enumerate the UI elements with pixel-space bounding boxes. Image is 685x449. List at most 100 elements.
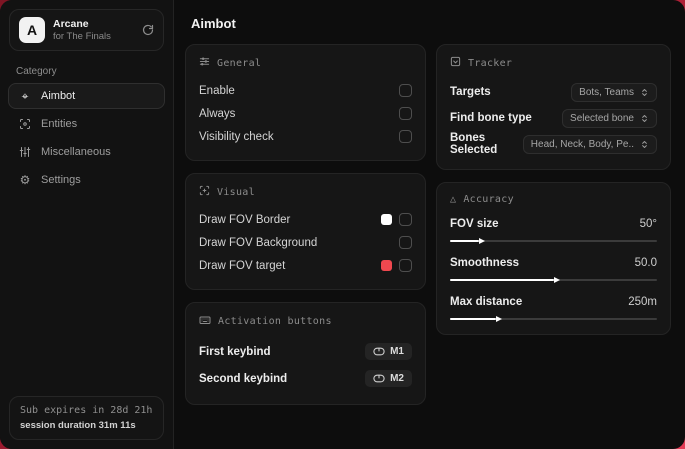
fov-size-slider[interactable] bbox=[450, 240, 657, 242]
main-content: Aimbot General Enable Always Visibility … bbox=[174, 0, 685, 449]
triangle-icon: △ bbox=[450, 194, 457, 205]
slider-group-fov-size: FOV size 50° bbox=[450, 214, 657, 242]
sidebar-item-entities[interactable]: Entities bbox=[8, 111, 165, 137]
keybind-row-first: First keybind M1 bbox=[199, 338, 412, 365]
keybind-value: M1 bbox=[390, 346, 404, 357]
keybind-row-second: Second keybind M2 bbox=[199, 365, 412, 392]
brand-logo: A bbox=[19, 17, 45, 43]
chevrons-up-down-icon bbox=[642, 88, 647, 96]
section-title: Activation buttons bbox=[218, 316, 332, 327]
dropdown-value: Bots, Teams bbox=[579, 86, 634, 98]
setting-label: Always bbox=[199, 107, 236, 120]
first-keybind-button[interactable]: M1 bbox=[365, 343, 412, 360]
sidebar-item-label: Settings bbox=[41, 174, 81, 186]
category-label: Category bbox=[16, 66, 57, 77]
section-title: Visual bbox=[217, 186, 255, 198]
accuracy-card: △ Accuracy FOV size 50° Smoothness 50.0 … bbox=[436, 182, 671, 335]
slider-value: 50.0 bbox=[634, 257, 657, 269]
setting-label: Enable bbox=[199, 84, 235, 97]
fov-border-checkbox[interactable] bbox=[399, 213, 412, 226]
slider-group-max-distance: Max distance 250m bbox=[450, 292, 657, 320]
refresh-icon[interactable] bbox=[142, 24, 154, 36]
tracker-label: Targets bbox=[450, 86, 491, 98]
keyboard-icon bbox=[199, 314, 211, 329]
chevrons-up-down-icon bbox=[642, 140, 647, 148]
find-bone-type-dropdown[interactable]: Selected bone bbox=[562, 108, 657, 128]
bones-selected-dropdown[interactable]: Head, Neck, Body, Pe.. bbox=[522, 134, 657, 154]
general-card: General Enable Always Visibility check bbox=[185, 44, 426, 161]
slider-label: FOV size bbox=[450, 218, 499, 230]
setting-row-enable: Enable bbox=[199, 79, 412, 102]
slider-fill bbox=[450, 318, 496, 320]
section-title: Accuracy bbox=[463, 194, 514, 205]
gear-icon: ⚙ bbox=[19, 173, 31, 187]
scan-eye-icon bbox=[18, 118, 32, 130]
targets-dropdown[interactable]: Bots, Teams bbox=[571, 82, 657, 102]
slider-value: 250m bbox=[628, 296, 657, 308]
brand-card: A Arcane for The Finals bbox=[9, 9, 164, 51]
app-window: A Arcane for The Finals Category ⌖ Aimbo… bbox=[0, 0, 685, 449]
section-title: Tracker bbox=[468, 57, 513, 69]
keybind-label: Second keybind bbox=[199, 372, 288, 385]
keybind-value: M2 bbox=[390, 373, 404, 384]
max-distance-slider[interactable] bbox=[450, 318, 657, 320]
setting-label: Draw FOV Background bbox=[199, 236, 318, 249]
sliders-icon bbox=[18, 146, 32, 158]
setting-label: Visibility check bbox=[199, 130, 274, 143]
setting-row-fov-background: Draw FOV Background bbox=[199, 231, 412, 254]
slider-value: 50° bbox=[639, 218, 657, 230]
slider-label: Smoothness bbox=[450, 257, 520, 269]
mouse-icon bbox=[373, 347, 385, 356]
fov-background-checkbox[interactable] bbox=[399, 236, 412, 249]
sliders-horizontal-icon bbox=[199, 56, 210, 70]
focus-icon bbox=[199, 185, 210, 199]
chevrons-up-down-icon bbox=[642, 114, 647, 122]
setting-row-always: Always bbox=[199, 102, 412, 125]
slider-fill bbox=[450, 240, 479, 242]
setting-label: Draw FOV target bbox=[199, 259, 286, 272]
section-title: General bbox=[217, 57, 262, 69]
tracker-card: Tracker Targets Bots, Teams Find bone ty… bbox=[436, 44, 671, 170]
fov-border-color-swatch[interactable] bbox=[381, 214, 392, 225]
fov-target-color-swatch[interactable] bbox=[381, 260, 392, 271]
crosshair-icon: ⌖ bbox=[21, 88, 29, 103]
always-checkbox[interactable] bbox=[399, 107, 412, 120]
smoothness-slider[interactable] bbox=[450, 279, 657, 281]
second-keybind-button[interactable]: M2 bbox=[365, 370, 412, 387]
visual-card: Visual Draw FOV Border Draw FOV Backgrou… bbox=[185, 173, 426, 290]
square-chevron-down-icon bbox=[450, 56, 461, 70]
page-title: Aimbot bbox=[191, 16, 236, 31]
slider-group-smoothness: Smoothness 50.0 bbox=[450, 253, 657, 281]
activation-buttons-card: Activation buttons First keybind M1 Seco… bbox=[185, 302, 426, 405]
tracker-row-bones-selected: Bones Selected Head, Neck, Body, Pe.. bbox=[450, 131, 657, 157]
tracker-row-targets: Targets Bots, Teams bbox=[450, 79, 657, 105]
sidebar-item-label: Miscellaneous bbox=[41, 146, 111, 158]
setting-row-fov-border: Draw FOV Border bbox=[199, 208, 412, 231]
dropdown-value: Head, Neck, Body, Pe.. bbox=[530, 138, 634, 150]
brand-name: Arcane bbox=[53, 17, 89, 30]
brand-subtitle: for The Finals bbox=[53, 30, 111, 42]
sidebar-item-label: Aimbot bbox=[41, 90, 76, 102]
sidebar-item-settings[interactable]: ⚙ Settings bbox=[8, 167, 165, 193]
subscription-info-card: Sub expires in 28d 21h session duration … bbox=[9, 396, 164, 440]
sidebar-item-miscellaneous[interactable]: Miscellaneous bbox=[8, 139, 165, 165]
sidebar-menu: ⌖ Aimbot Entities Miscellaneous ⚙ Settin… bbox=[8, 83, 165, 195]
fov-target-checkbox[interactable] bbox=[399, 259, 412, 272]
slider-fill bbox=[450, 279, 554, 281]
keybind-label: First keybind bbox=[199, 345, 271, 358]
sidebar-item-label: Entities bbox=[41, 118, 78, 130]
slider-label: Max distance bbox=[450, 296, 523, 308]
mouse-icon bbox=[373, 374, 385, 383]
dropdown-value: Selected bone bbox=[570, 112, 634, 124]
tracker-label: Bones Selected bbox=[450, 132, 498, 156]
tracker-row-find-bone-type: Find bone type Selected bone bbox=[450, 105, 657, 131]
tracker-label: Find bone type bbox=[450, 112, 532, 124]
setting-label: Draw FOV Border bbox=[199, 213, 291, 226]
visibility-check-checkbox[interactable] bbox=[399, 130, 412, 143]
sidebar-item-aimbot[interactable]: ⌖ Aimbot bbox=[8, 83, 165, 109]
sub-expiry-text: Sub expires in 28d 21h bbox=[20, 405, 153, 416]
setting-row-fov-target: Draw FOV target bbox=[199, 254, 412, 277]
session-duration-text: session duration 31m 11s bbox=[20, 420, 136, 431]
sidebar: A Arcane for The Finals Category ⌖ Aimbo… bbox=[0, 0, 174, 449]
enable-checkbox[interactable] bbox=[399, 84, 412, 97]
